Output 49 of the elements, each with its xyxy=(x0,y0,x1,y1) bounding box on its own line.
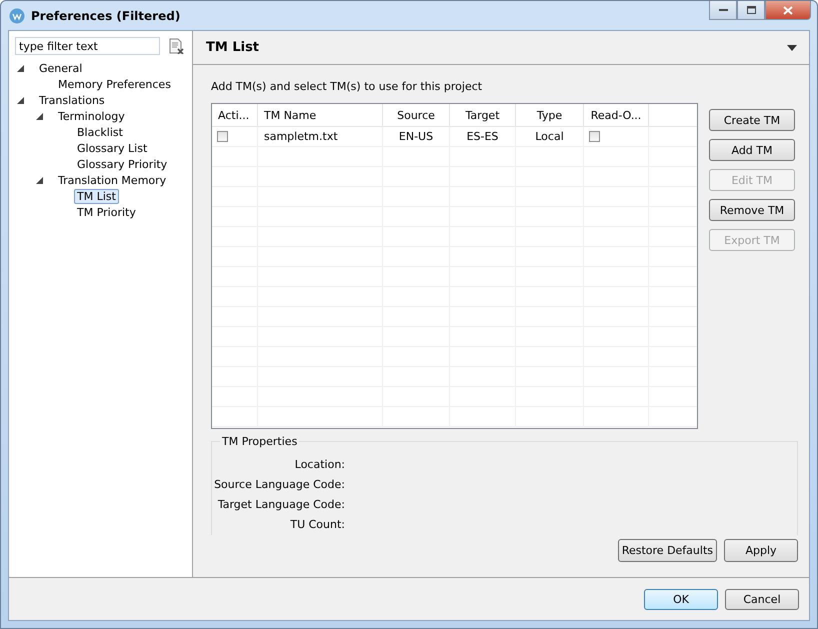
tree-item[interactable]: Blacklist xyxy=(74,124,126,140)
tree-item[interactable]: Translation Memory xyxy=(55,172,170,188)
filter-field[interactable]: type filter text xyxy=(15,37,160,55)
tree-item[interactable]: TM List xyxy=(74,188,119,204)
app-icon xyxy=(9,8,25,24)
view-menu-icon[interactable] xyxy=(787,44,797,50)
table-cell: sampletm.txt xyxy=(258,127,383,146)
page-title: TM List xyxy=(206,40,260,55)
column-header[interactable]: Type xyxy=(516,104,584,126)
table-cell: ES-ES xyxy=(450,127,516,146)
column-header[interactable]: Read-O... xyxy=(584,104,649,126)
column-header[interactable]: Acti... xyxy=(212,104,258,126)
group-title: TM Properties xyxy=(220,435,300,448)
window-title: Preferences (Filtered) xyxy=(31,8,182,22)
minimize-button[interactable] xyxy=(709,1,737,20)
button: Export TM xyxy=(709,229,795,251)
field-label: Location: xyxy=(294,457,345,473)
column-header[interactable]: Target xyxy=(450,104,516,126)
table-cell: Local xyxy=(516,127,584,146)
tree-item[interactable]: Glossary Priority xyxy=(74,156,170,172)
button[interactable]: Remove TM xyxy=(709,199,795,221)
field-label: Target Language Code: xyxy=(218,497,345,513)
button[interactable]: Create TM xyxy=(709,109,795,131)
maximize-button[interactable] xyxy=(737,1,765,20)
tree-item[interactable]: Glossary List xyxy=(74,140,150,156)
close-button[interactable] xyxy=(765,1,811,20)
field-label: Source Language Code: xyxy=(214,477,345,493)
close-icon xyxy=(783,6,793,14)
clear-filter-icon[interactable] xyxy=(168,38,184,54)
tree-item[interactable]: General xyxy=(36,60,86,76)
column-header[interactable]: TM Name xyxy=(258,104,383,126)
checkbox[interactable] xyxy=(589,131,600,142)
column-header[interactable]: Source xyxy=(383,104,450,126)
button[interactable]: OK xyxy=(644,588,718,610)
table-cell: EN-US xyxy=(383,127,450,146)
tree-item[interactable]: Translations xyxy=(36,92,108,108)
field-label: TU Count: xyxy=(290,517,345,533)
button: Edit TM xyxy=(709,169,795,191)
tree-item[interactable]: TM Priority xyxy=(74,204,139,220)
maximize-icon xyxy=(746,6,756,14)
button[interactable]: Cancel xyxy=(725,588,799,610)
button[interactable]: Add TM xyxy=(709,139,795,161)
description-text: Add TM(s) and select TM(s) to use for this project xyxy=(211,80,484,95)
button[interactable]: Apply xyxy=(724,539,798,562)
tree-item[interactable]: Memory Preferences xyxy=(55,76,174,92)
minimize-icon xyxy=(718,8,728,12)
button[interactable]: Restore Defaults xyxy=(618,539,717,562)
checkbox[interactable] xyxy=(217,131,228,142)
tree-item[interactable]: Terminology xyxy=(55,108,128,124)
